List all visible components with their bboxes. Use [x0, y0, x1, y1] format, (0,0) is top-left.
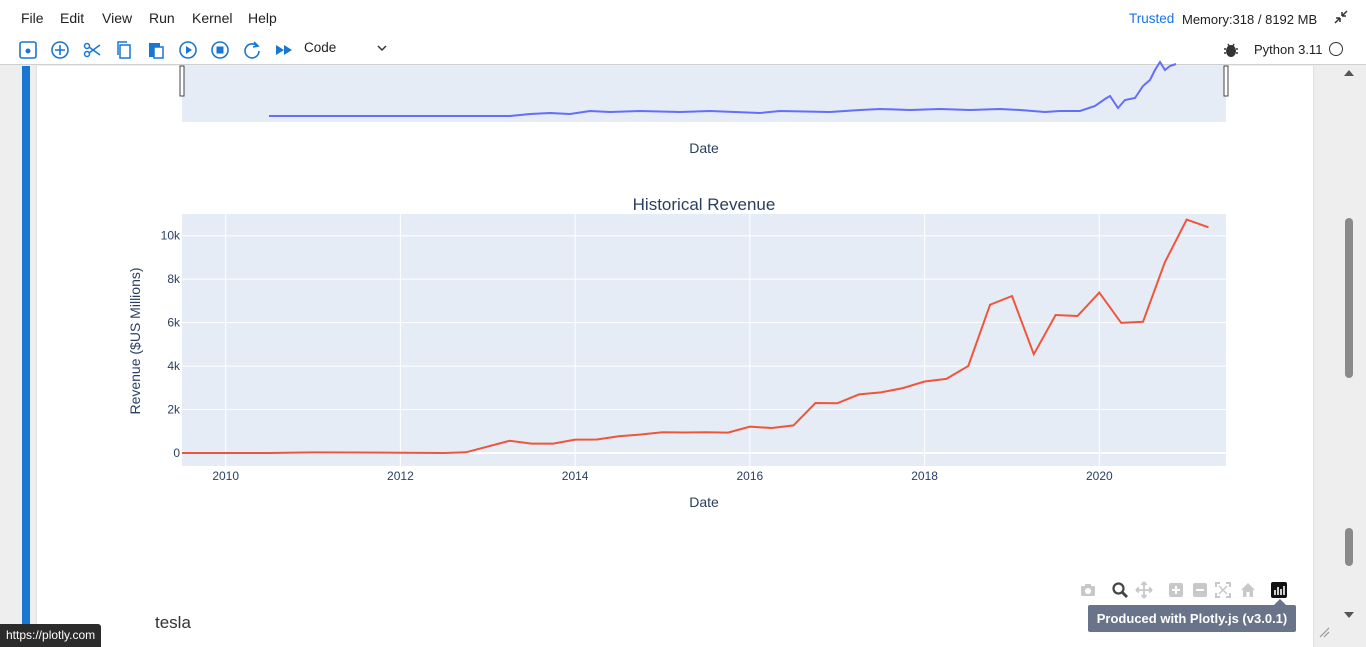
save-icon: [19, 41, 37, 59]
interrupt-kernel-button[interactable]: [209, 39, 231, 61]
resize-grip-icon[interactable]: [1318, 626, 1330, 638]
autoscale-icon[interactable]: [1214, 581, 1232, 599]
plotly-logo-icon[interactable]: [1270, 581, 1288, 599]
copy-icon: [117, 41, 131, 59]
debugger-bug-icon[interactable]: [1222, 41, 1240, 59]
memory-usage: Memory:318 / 8192 MB: [1182, 12, 1318, 27]
cell-type-select[interactable]: Code: [304, 40, 392, 60]
status-url-tooltip: https://plotly.com: [0, 624, 102, 647]
paste-icon: [149, 43, 164, 59]
kernel-status-icon: [1329, 42, 1343, 56]
zoom-icon[interactable]: [1111, 581, 1129, 599]
cut-cell-button[interactable]: [81, 39, 103, 61]
scrollbar-thumb-secondary[interactable]: [1345, 528, 1353, 566]
notebook-scrollbar[interactable]: [1340, 66, 1360, 636]
run-cell-button[interactable]: [177, 39, 199, 61]
camera-icon[interactable]: [1079, 581, 1097, 599]
pan-icon[interactable]: [1135, 581, 1153, 599]
scroll-down-icon[interactable]: [1343, 610, 1355, 620]
run-all-button[interactable]: [273, 39, 295, 61]
restart-icon: [244, 41, 260, 59]
restart-kernel-button[interactable]: [241, 39, 263, 61]
notebook-panel: [0, 66, 1366, 647]
cell-output-area: [36, 66, 1314, 647]
zoom-out-icon[interactable]: [1191, 581, 1209, 599]
active-cell-indicator: [22, 66, 30, 647]
menu-view[interactable]: View: [102, 10, 132, 26]
insert-cell-button[interactable]: [49, 39, 71, 61]
copy-cell-button[interactable]: [113, 39, 135, 61]
plus-circle-icon: [51, 41, 69, 59]
plotly-tooltip: Produced with Plotly.js (v3.0.1): [1088, 605, 1296, 632]
menu-run[interactable]: Run: [149, 10, 175, 26]
play-icon: [179, 41, 197, 59]
notebook-toolbar: Code Python 3.11: [0, 35, 1366, 65]
fast-forward-icon: [276, 45, 292, 55]
paste-cell-button[interactable]: [145, 39, 167, 61]
save-button[interactable]: [17, 39, 39, 61]
menu-help[interactable]: Help: [248, 10, 277, 26]
stop-icon: [211, 41, 229, 59]
kernel-name[interactable]: Python 3.11: [1254, 42, 1322, 57]
next-cell-text[interactable]: tesla: [155, 613, 191, 633]
chevron-down-icon: [377, 45, 387, 52]
reset-axes-icon[interactable]: [1239, 581, 1257, 599]
collapse-icon[interactable]: [1332, 8, 1350, 26]
scissors-icon: [83, 42, 101, 58]
menu-kernel[interactable]: Kernel: [192, 10, 232, 26]
menu-edit[interactable]: Edit: [60, 10, 84, 26]
scrollbar-thumb[interactable]: [1345, 218, 1353, 378]
menu-bar: File Edit View Run Kernel Help Trusted M…: [0, 0, 1366, 35]
cell-type-value: Code: [304, 40, 337, 55]
menu-file[interactable]: File: [21, 10, 44, 26]
zoom-in-icon[interactable]: [1167, 581, 1185, 599]
scroll-up-icon[interactable]: [1343, 68, 1355, 78]
trusted-indicator[interactable]: Trusted: [1129, 11, 1174, 26]
